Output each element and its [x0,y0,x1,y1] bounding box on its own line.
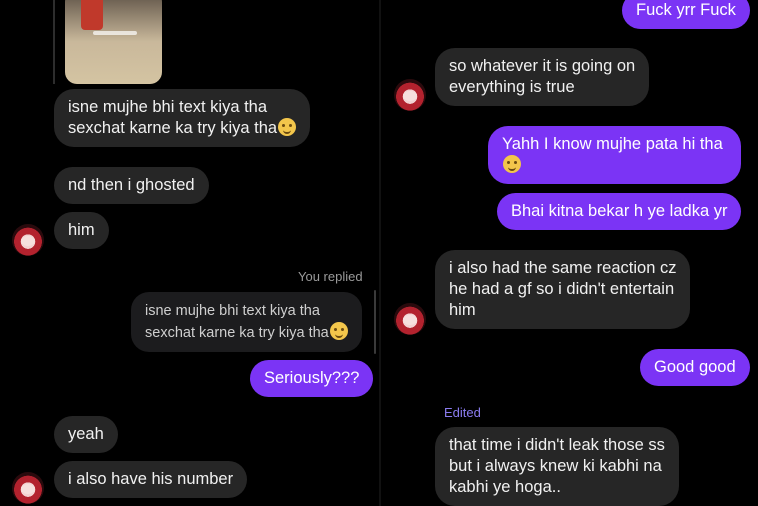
message-line: isne mujhe bhi text kiya tha [68,98,268,116]
reply-quote-line: isne mujhe bhi text kiya tha [145,303,320,319]
reply-bar [374,290,376,354]
message-line: i also had the same reaction cz [449,259,677,277]
contact-avatar[interactable] [12,224,44,256]
message-bubble[interactable]: him [54,212,109,249]
outgoing-message-bubble[interactable]: Seriously??? [250,360,374,397]
message-bubble[interactable]: i also had the same reaction cz he had a… [435,250,691,329]
message-bubble[interactable]: nd then i ghosted [54,167,209,204]
shared-image-thumbnail[interactable] [65,0,162,84]
image-figure [81,0,103,30]
contact-avatar[interactable] [394,79,426,111]
chat-panel-right: Fuck yrr Fuck so whatever it is going on… [381,0,758,506]
contact-avatar[interactable] [12,472,44,504]
reply-meta: You replied [298,269,363,284]
message-line: him [449,301,476,319]
message-bubble[interactable]: so whatever it is going on everything is… [435,48,650,106]
smirk-emoji-icon [278,118,297,136]
message-line: everything is true [449,78,575,96]
chat-panel-left: isne mujhe bhi text kiya tha sexchat kar… [0,0,380,506]
smile-emoji-icon [503,155,521,173]
message-bubble[interactable]: that time i didn't leak those ss but i a… [435,427,679,506]
outgoing-message-bubble[interactable]: Bhai kitna bekar h ye ladka yr [497,193,742,230]
message-line: he had a gf so i didn't entertain [449,280,675,298]
message-line: that time i didn't leak those ss [449,436,665,454]
reply-quote[interactable]: isne mujhe bhi text kiya tha sexchat kar… [131,292,362,352]
message-bubble[interactable]: yeah [54,416,118,453]
message-line: but i always knew ki kabhi na [449,457,662,475]
reply-thread-line [53,0,55,84]
message-bubble[interactable]: isne mujhe bhi text kiya tha sexchat kar… [54,89,311,147]
contact-avatar[interactable] [394,303,426,335]
message-line: Yahh I know mujhe pata hi tha [502,135,723,153]
smirk-emoji-icon [329,322,348,340]
message-bubble[interactable]: i also have his number [54,461,248,498]
outgoing-message-bubble[interactable]: Yahh I know mujhe pata hi tha [488,126,741,184]
image-caption [93,31,137,35]
reply-quote-line: sexchat karne ka try kiya tha [145,325,329,341]
message-line: sexchat karne ka try kiya tha [68,119,278,137]
edited-label: Edited [444,405,481,420]
outgoing-message-bubble[interactable]: Good good [640,349,750,386]
message-line: so whatever it is going on [449,57,636,75]
message-line: kabhi ye hoga.. [449,478,561,496]
outgoing-message-bubble[interactable]: Fuck yrr Fuck [622,0,750,29]
